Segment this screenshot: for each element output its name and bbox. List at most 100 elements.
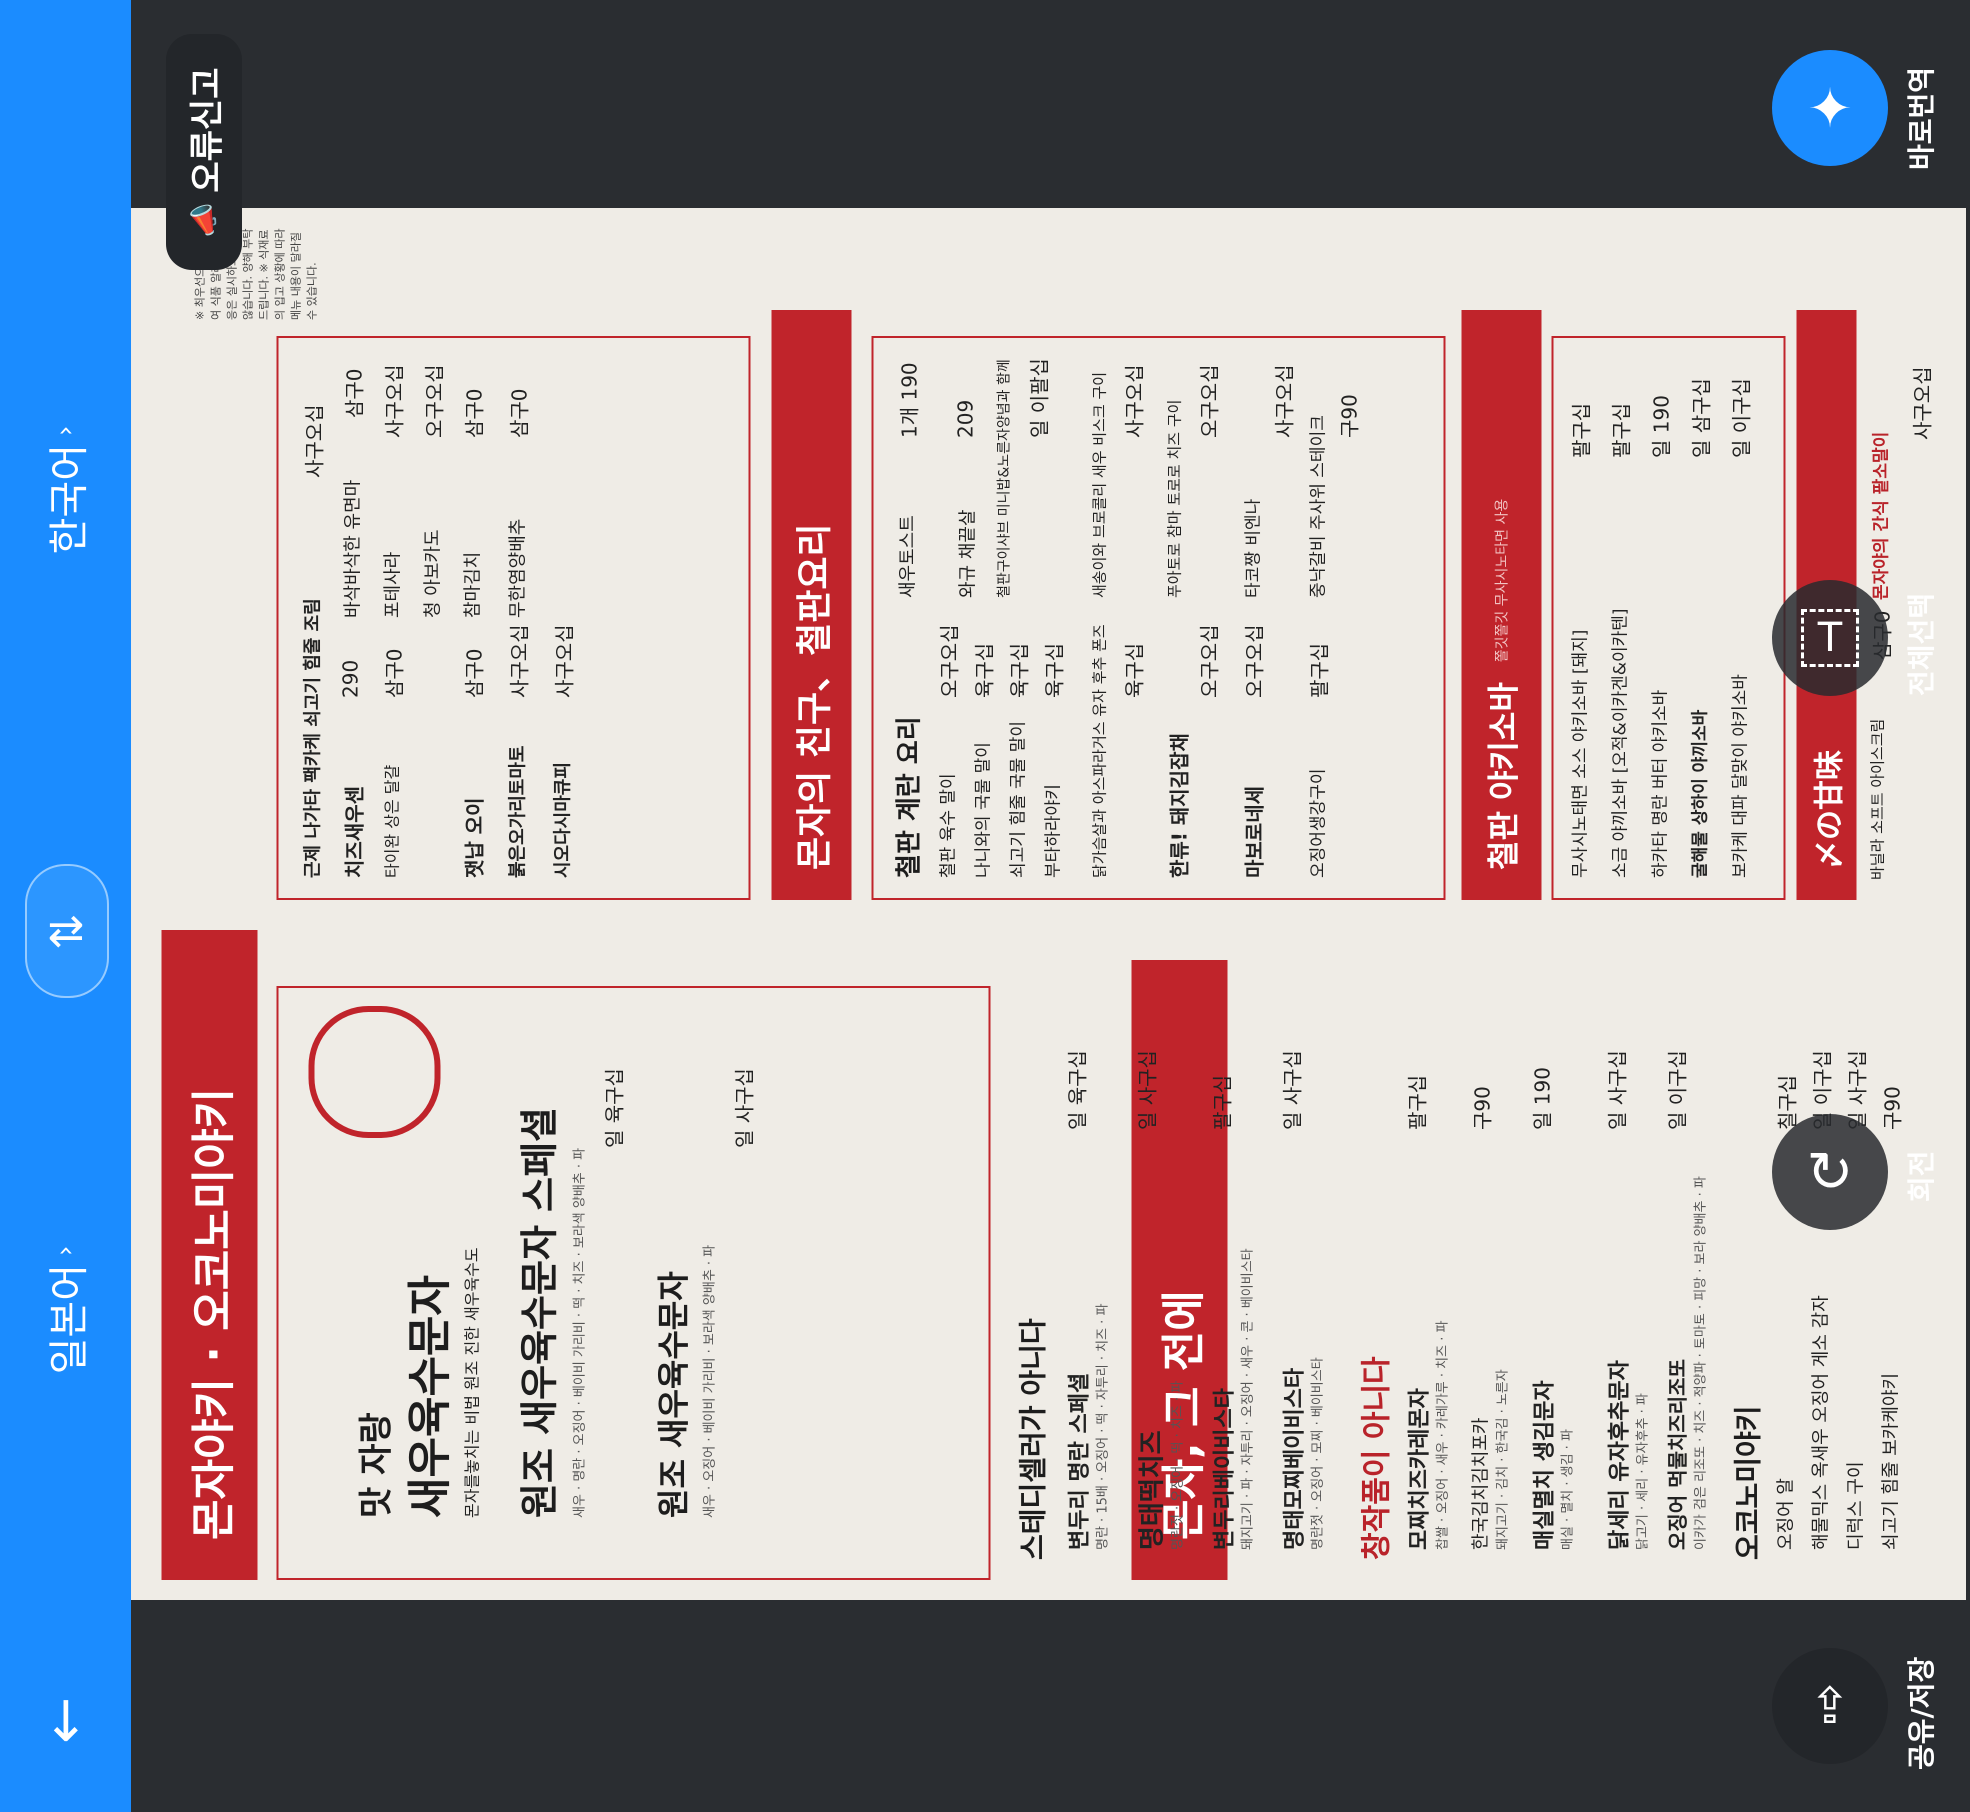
menu-item-price: 칠구십 — [1775, 1074, 1799, 1130]
menu-item-name: 중낙갈비 주사위 스테이크 — [1308, 415, 1328, 598]
menu-item-name: 철판구이샤브 미니밥&노른자양념과 함께 — [996, 359, 1012, 598]
menu-item-name: 쇠고기 힘줄 국물 말이 — [1008, 721, 1028, 878]
menu-item-price: 1개 190 — [897, 362, 921, 438]
share-icon: ⇪ — [1809, 1677, 1851, 1735]
menu-item-name: 철판 육수 말이 — [938, 773, 958, 878]
menu-item-name: 와규 채끝살 — [957, 509, 978, 598]
text-select-icon: T — [1801, 609, 1859, 667]
menu-item-desc: 닭고기 · 세리 · 유자후추 · 파 — [1635, 1393, 1650, 1550]
menu-item-name: 오징어 알 — [1775, 1478, 1796, 1550]
menu-item-price: 일 사구십 — [1280, 1050, 1304, 1130]
menu-item-price: 오구오십 — [1242, 624, 1266, 698]
menu-item-name: 바닐라 소프트 아이스크림 — [1868, 718, 1886, 880]
menu-item-desc: 명란 · 15배 · 오징어 · 떡 · 자투리 · 치즈 · 파 — [1095, 1303, 1110, 1550]
menu-item-price: 팔구십 — [1609, 402, 1633, 458]
menu-item-name: 부타하라야키 — [1043, 784, 1063, 878]
menu-item-name: 디럭스 구이 — [1845, 1461, 1866, 1550]
swap-languages-button[interactable]: ⇅ — [25, 864, 109, 998]
language-sidebar: 한국어 › ⇅ 일본어 › ↓ — [0, 0, 131, 1812]
signature-heading2: 새우육수문자 — [404, 1275, 455, 1518]
menu-item-name: 새우토스트 — [897, 515, 918, 598]
menu-item-name: 명태모찌베이비스타 — [1282, 1367, 1307, 1550]
menu-photo: 몬자야키 · 오코노미야키 몬자, 그 전에 맛 자랑 새우육수문자 몬자를놓치… — [131, 208, 1966, 1600]
yakisoba-band: 철판 야키소바 쫄깃쫄깃 무사시노타면 사용 — [1461, 310, 1541, 900]
rotate-button[interactable]: ↻ — [1772, 1114, 1888, 1230]
megaphone-icon: 📣 — [187, 202, 221, 237]
select-all-button[interactable]: T — [1772, 580, 1888, 696]
menu-item-name: 참마김치 — [462, 551, 483, 618]
menu-item-price: 삼구0 — [342, 368, 366, 418]
signature-item2: 원조 새우육수문자 — [654, 1271, 692, 1518]
menu-item-name: 시오다시마큐피 — [552, 762, 573, 878]
menu-item-desc: 이카가 검은 리조또 · 치즈 · 적양파 · 토마토 · 피망 · 보라 양배… — [1693, 1176, 1708, 1550]
menu-item-price: 구90 — [1880, 1086, 1904, 1130]
source-language-button[interactable]: 한국어 › — [0, 390, 131, 590]
menu-item-price: 팔구십 — [1210, 1074, 1234, 1130]
signature-item1-price: 일 육구십 — [602, 1068, 626, 1148]
menu-item-price: 삼구0 — [462, 388, 486, 438]
menu-item-name: 철판 계란 요리 — [894, 716, 924, 878]
share-save-label: 공유/저장 — [1905, 1656, 1938, 1770]
menu-item-price: 일 이구십 — [1729, 378, 1753, 458]
menu-item-name: 오징어생강구이 — [1308, 768, 1328, 878]
menu-item-name: 새송이와 브로콜리 새우 비스크 구이 — [1090, 371, 1108, 598]
menu-item-price: 구90 — [1337, 394, 1361, 438]
menu-item-desc: 명란젓 · 오징어 · 모찌 · 베이비스타 — [1310, 1357, 1325, 1550]
menu-item-price: 사구오십 — [552, 624, 576, 698]
chevron-right-icon: › — [50, 425, 81, 436]
instant-translate-label: 바로번역 — [1905, 66, 1938, 170]
menu-item-price: 육구십 — [1042, 642, 1066, 698]
menu-item-name: 닭세리 유자후추문자 — [1607, 1360, 1632, 1550]
menu-item-price: 육구십 — [1007, 642, 1031, 698]
menu-item-price: 일 삼구십 — [1689, 378, 1713, 458]
not-steady-section: 스테디셀러가 아니다 변두리 명란 스페셜 명란 · 15배 · 오징어 · 떡… — [1011, 970, 1611, 1580]
menu-item-price: 팔구십 — [1569, 402, 1593, 458]
instant-translate-button[interactable]: ✦ — [1772, 50, 1888, 166]
menu-item-name: 오징어 먹물치즈리조또 — [1665, 1359, 1689, 1550]
menu-item-name: 하카타 명란 버터 야키소바 — [1650, 689, 1670, 878]
menu-item-name: 타코짱 비엔나 — [1243, 498, 1263, 598]
menu-item-price: 삼구0 — [507, 388, 531, 438]
target-language-button[interactable]: 일본어 › — [0, 1210, 131, 1410]
menu-item-price: 일 190 — [1649, 395, 1673, 458]
signature-item1: 원조 새우육수문자 스페셜 — [517, 1106, 561, 1518]
menu-item-price: 일 육구십 — [1065, 1050, 1089, 1130]
band-title: 몬자야키 · 오코노미야키 — [161, 930, 257, 1580]
creative-heading: 창작품이 아니다 — [1359, 1356, 1394, 1560]
menu-item-name: 보카케 대파 달맞이 야키소바 — [1730, 674, 1750, 878]
arrow-down-icon[interactable]: ↓ — [36, 1690, 96, 1755]
menu-item-name: 포테사라 — [382, 551, 403, 618]
menu-item-name: 한국김치김치포카 — [1470, 1417, 1491, 1550]
menu-item-name: 몬자야의 간식 팥소말이 — [1871, 431, 1891, 600]
before-panel: 근제 나가타 팩카케 쇠고기 힘줄 조림 사구오십 치즈새우센 290 바삭바삭… — [276, 336, 750, 900]
menu-item-price: 사구오십 — [382, 364, 406, 438]
rotate-icon: ↻ — [1806, 1139, 1854, 1205]
menu-item-price: 290 — [338, 659, 362, 698]
friends-panel: 철판 계란 요리 철판 육수 말이 오구오십 나니와의 국물 말이 육구십 쇠고… — [871, 336, 1445, 900]
okonomi-section: 닭세리 유자후추문자 닭고기 · 세리 · 유자후추 · 파 일 사구십 오징어… — [1601, 970, 1961, 1580]
share-save-button[interactable]: ⇪ — [1772, 1648, 1888, 1764]
yakisoba-panel: 무사시노태면 소스 야키소바 [돼지] 팔구십 소금 야끼소바 [오적&이카겐&… — [1551, 336, 1785, 900]
menu-item-price: 육구십 — [1122, 642, 1146, 698]
menu-item-name: 변두리 명란 스페셜 — [1067, 1372, 1092, 1550]
not-steady-heading: 스테디셀러가 아니다 — [1016, 1318, 1049, 1560]
menu-item-desc: 찹쌀 · 오징어 · 새우 · 카레가루 · 치즈 · 파 — [1435, 1320, 1450, 1550]
band-title-text: 몬자야키 · 오코노미야키 — [188, 1087, 239, 1540]
okonomi-heading: 오코노미야키 — [1731, 1405, 1764, 1560]
menu-item-price: 일 이구십 — [1665, 1050, 1689, 1130]
signature-subtitle: 몬자를놓치는 비법 원조 진한 새우육수도 — [462, 1247, 481, 1518]
menu-item-price: 사구오십 — [1272, 364, 1296, 438]
report-error-button[interactable]: 📣 오류신고 — [166, 34, 242, 270]
menu-item-name: 모찌치즈카레몬자 — [1407, 1388, 1432, 1550]
menu-item-name: 바삭바삭한 유면마 — [342, 479, 363, 618]
sparkle-icon: ✦ — [1807, 76, 1853, 140]
select-all-label: 전체선택 — [1905, 592, 1938, 696]
menu-item-name: 쇠고기 힘줄 보카케야키 — [1880, 1372, 1901, 1550]
menu-item-name: 나니와의 국물 말이 — [973, 742, 993, 878]
menu-item-price: 사구오십 — [507, 624, 531, 698]
menu-item-name: 굴해물 상하이 야끼소바 — [1690, 709, 1710, 878]
menu-item-price: 일 190 — [1530, 1067, 1554, 1130]
menu-item-price: 일 이팔십 — [1027, 358, 1051, 438]
friends-band: 몬자의 친구、철판요리 — [771, 310, 851, 900]
menu-item-desc: 명란젓 · 오징어 · 떡 · 치즈 · 파 — [1170, 1380, 1185, 1550]
